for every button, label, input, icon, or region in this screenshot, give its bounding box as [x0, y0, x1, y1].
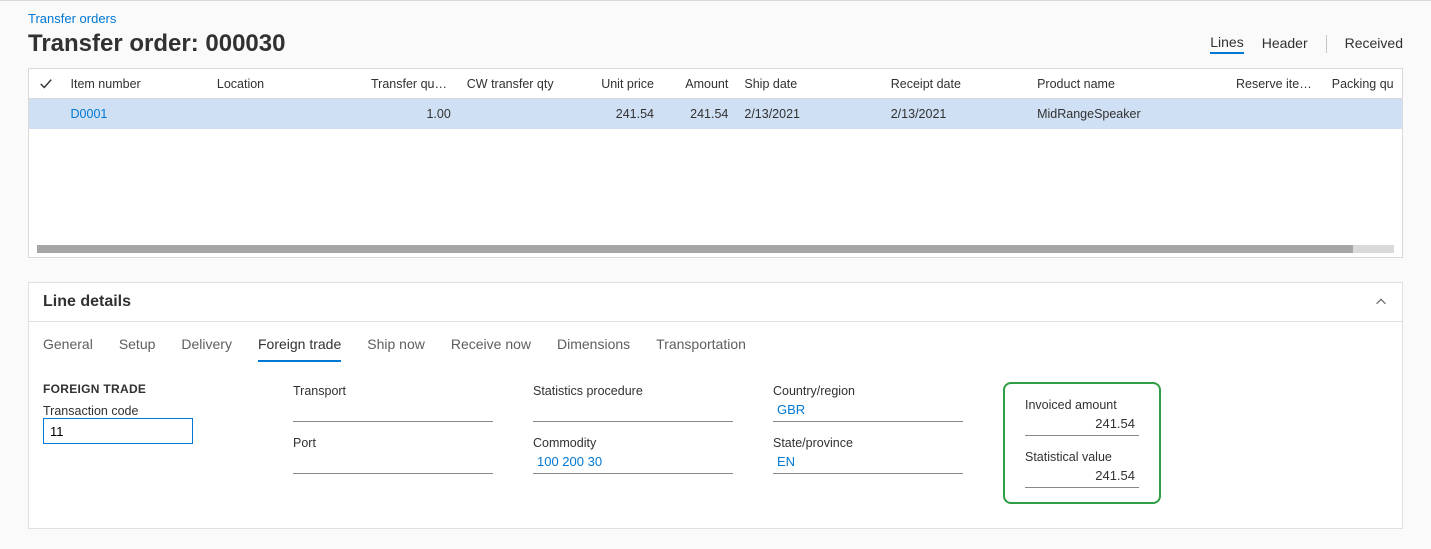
- input-commodity[interactable]: [533, 450, 733, 474]
- subtab-dimensions[interactable]: Dimensions: [557, 336, 630, 362]
- ft-col-1: FOREIGN TRADE Transaction code: [43, 382, 253, 458]
- subtab-ship-now[interactable]: Ship now: [367, 336, 425, 362]
- breadcrumb[interactable]: Transfer orders: [0, 11, 1431, 30]
- input-statistics-procedure[interactable]: [533, 398, 733, 422]
- scrollbar-thumb[interactable]: [37, 245, 1353, 253]
- page-title: Transfer order: 000030: [28, 30, 285, 58]
- ft-col-4: Country/region State/province: [773, 382, 963, 488]
- col-header-reserve-items[interactable]: Reserve items a...: [1228, 77, 1324, 91]
- check-icon: [39, 77, 53, 91]
- chevron-up-icon: [1374, 295, 1388, 309]
- label-statistics-procedure: Statistics procedure: [533, 384, 733, 398]
- cell-item-number[interactable]: D0001: [63, 107, 209, 121]
- tab-divider: [1326, 35, 1327, 53]
- ft-col-2: Transport Port: [293, 382, 493, 488]
- col-header-packing-qty[interactable]: Packing qu: [1324, 77, 1402, 91]
- subtab-setup[interactable]: Setup: [119, 336, 156, 362]
- foreign-trade-heading: FOREIGN TRADE: [43, 382, 253, 396]
- col-header-receipt-date[interactable]: Receipt date: [883, 77, 1029, 91]
- input-state-province[interactable]: [773, 450, 963, 474]
- subtab-receive-now[interactable]: Receive now: [451, 336, 531, 362]
- input-transaction-code[interactable]: [43, 418, 193, 444]
- tab-header[interactable]: Header: [1262, 35, 1308, 53]
- label-commodity: Commodity: [533, 436, 733, 450]
- line-details-header[interactable]: Line details: [29, 283, 1402, 322]
- label-transaction-code: Transaction code: [43, 404, 253, 418]
- col-header-item[interactable]: Item number: [63, 77, 209, 91]
- label-port: Port: [293, 436, 493, 450]
- subtab-foreign-trade[interactable]: Foreign trade: [258, 336, 341, 362]
- input-country-region[interactable]: [773, 398, 963, 422]
- label-transport: Transport: [293, 384, 493, 398]
- cell-transfer-qty: 1.00: [363, 107, 459, 121]
- grid-header-row: Item number Location Transfer quantity C…: [29, 69, 1402, 99]
- cell-unit-price: 241.54: [572, 107, 662, 121]
- tab-received[interactable]: Received: [1345, 35, 1403, 53]
- foreign-trade-content: FOREIGN TRADE Transaction code Transport…: [29, 362, 1402, 528]
- cell-product-name: MidRangeSpeaker: [1029, 107, 1228, 121]
- horizontal-scrollbar[interactable]: [37, 245, 1394, 253]
- col-header-amount[interactable]: Amount: [662, 77, 736, 91]
- subtab-transportation[interactable]: Transportation: [656, 336, 746, 362]
- label-invoiced-amount: Invoiced amount: [1025, 398, 1139, 412]
- lines-grid: Item number Location Transfer quantity C…: [28, 68, 1403, 258]
- col-header-product-name[interactable]: Product name: [1029, 77, 1228, 91]
- cell-receipt-date: 2/13/2021: [883, 107, 1029, 121]
- highlight-invoiced-statistical: Invoiced amount Statistical value: [1003, 382, 1161, 504]
- col-header-ship-date[interactable]: Ship date: [736, 77, 882, 91]
- input-transport[interactable]: [293, 398, 493, 422]
- cell-ship-date: 2/13/2021: [736, 107, 882, 121]
- col-header-select[interactable]: [29, 77, 63, 91]
- ft-col-3: Statistics procedure Commodity: [533, 382, 733, 488]
- input-port[interactable]: [293, 450, 493, 474]
- detail-tabs: General Setup Delivery Foreign trade Shi…: [29, 322, 1402, 362]
- line-details-title: Line details: [43, 293, 131, 311]
- grid-body: D0001 1.00 241.54 241.54 2/13/2021 2/13/…: [29, 99, 1402, 245]
- input-statistical-value[interactable]: [1025, 464, 1139, 488]
- col-header-cw-transfer-qty[interactable]: CW transfer qty: [459, 77, 572, 91]
- input-invoiced-amount[interactable]: [1025, 412, 1139, 436]
- tab-lines[interactable]: Lines: [1210, 34, 1243, 54]
- line-details-panel: Line details General Setup Delivery Fore…: [28, 282, 1403, 529]
- subtab-general[interactable]: General: [43, 336, 93, 362]
- cell-amount: 241.54: [662, 107, 736, 121]
- label-country-region: Country/region: [773, 384, 963, 398]
- col-header-transfer-qty[interactable]: Transfer quantity: [363, 77, 459, 91]
- subtab-delivery[interactable]: Delivery: [181, 336, 232, 362]
- col-header-location[interactable]: Location: [209, 77, 363, 91]
- table-row[interactable]: D0001 1.00 241.54 241.54 2/13/2021 2/13/…: [29, 99, 1402, 129]
- label-statistical-value: Statistical value: [1025, 450, 1139, 464]
- view-tabs: Lines Header Received: [1210, 34, 1403, 54]
- col-header-unit-price[interactable]: Unit price: [572, 77, 662, 91]
- label-state-province: State/province: [773, 436, 963, 450]
